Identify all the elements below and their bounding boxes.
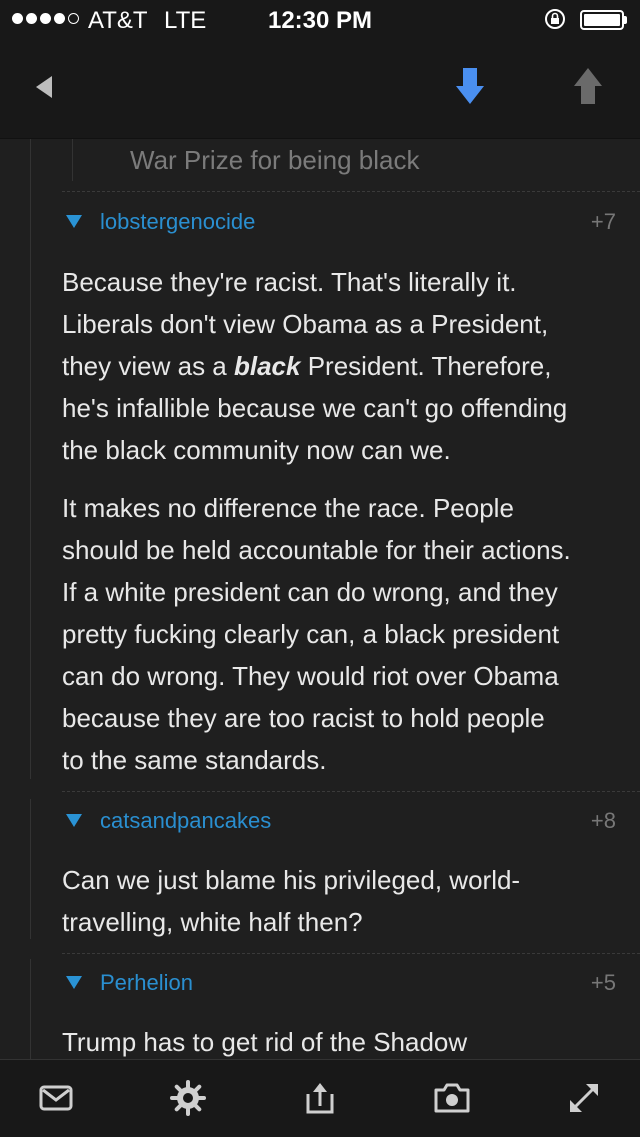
camera-icon[interactable] xyxy=(432,1078,472,1118)
comment-line: pretty fucking clearly can, a black pres… xyxy=(62,619,560,649)
comment-text: President. Therefore, xyxy=(300,351,552,381)
comment-line: Trump has to get rid of the Shadow xyxy=(62,1027,468,1057)
comment-divider xyxy=(62,953,640,954)
comment-line: Liberals don't view Obama as a President… xyxy=(62,309,549,339)
comment-body-paragraph: It makes no difference the race. People … xyxy=(62,487,622,781)
comment-line: travelling, white half then? xyxy=(62,907,363,937)
thread-guide-line xyxy=(30,959,31,1059)
comment-text: they view as a xyxy=(62,351,234,381)
arrow-up-icon[interactable] xyxy=(568,64,608,108)
comment-line: Because they're racist. That's literally… xyxy=(62,267,517,297)
battery-tip xyxy=(624,16,627,24)
comment-header: Perhelion +5 xyxy=(62,964,616,1004)
quote-bar xyxy=(72,139,73,181)
comment-line: they view as a black President. Therefor… xyxy=(62,345,622,387)
comment-line: he's infallible because we can't go offe… xyxy=(62,393,568,423)
mail-icon[interactable] xyxy=(36,1078,76,1118)
thread-guide-line xyxy=(30,139,31,779)
collapse-triangle-icon[interactable] xyxy=(66,976,82,989)
bottom-toolbar xyxy=(0,1059,640,1137)
comment-line: Can we just blame his privileged, world- xyxy=(62,865,521,895)
gear-icon[interactable] xyxy=(168,1078,208,1118)
comment-thread: War Prize for being black lobstergenocid… xyxy=(0,139,640,1059)
status-bar: AT&T LTE 12:30 PM xyxy=(0,0,640,40)
collapse-triangle-icon[interactable] xyxy=(66,215,82,228)
comment-body-paragraph: Because they're racist. That's literally… xyxy=(62,261,622,471)
share-icon[interactable] xyxy=(300,1078,340,1118)
comment-line: It makes no difference the race. People xyxy=(62,493,514,523)
comment-body-paragraph: Can we just blame his privileged, world-… xyxy=(62,859,622,943)
comment-body-paragraph: Trump has to get rid of the Shadow xyxy=(62,1021,622,1059)
previous-comment-text: War Prize for being black xyxy=(130,145,420,175)
comment-score: +5 xyxy=(590,970,616,995)
comment-score: +8 xyxy=(590,808,616,833)
thread-guide-line xyxy=(30,799,31,939)
arrow-down-icon[interactable] xyxy=(450,64,490,108)
comment-username[interactable]: catsandpancakes xyxy=(100,808,271,834)
comment-header: catsandpancakes +8 xyxy=(62,802,616,842)
comment-line: the black community now can we. xyxy=(62,435,451,465)
comment-line: should be held accountable for their act… xyxy=(62,535,571,565)
emphasis-text: black xyxy=(233,351,301,381)
comment-score: +7 xyxy=(590,209,616,234)
rotation-lock-icon xyxy=(545,9,565,29)
navigation-bar xyxy=(0,40,640,139)
comment-username[interactable]: Perhelion xyxy=(100,970,193,996)
comment-line: If a white president can do wrong, and t… xyxy=(62,577,558,607)
back-arrow-icon[interactable] xyxy=(28,70,62,104)
expand-icon[interactable] xyxy=(564,1078,604,1118)
comment-line: can do wrong. They would riot over Obama xyxy=(62,661,559,691)
comment-line: to the same standards. xyxy=(62,745,327,775)
comment-divider xyxy=(62,191,640,192)
collapse-triangle-icon[interactable] xyxy=(66,814,82,827)
comment-header: lobstergenocide +7 xyxy=(62,203,616,243)
comment-line: because they are too racist to hold peop… xyxy=(62,703,545,733)
comment-divider xyxy=(62,791,640,792)
battery-icon xyxy=(580,10,624,30)
comment-username[interactable]: lobstergenocide xyxy=(100,209,255,235)
